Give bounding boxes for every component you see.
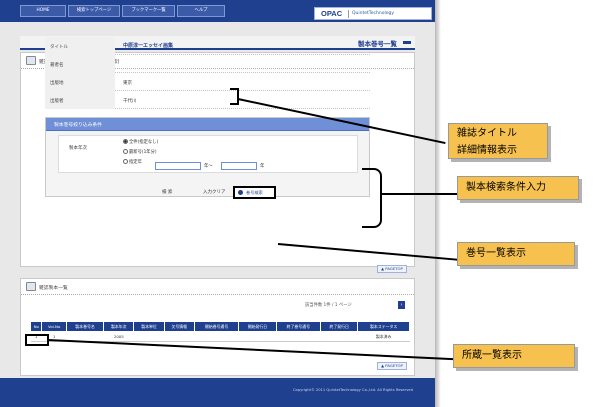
radio-range[interactable]: 指定年: [123, 159, 142, 167]
title-detail-table: タイトル 中原淳一エッセイ画集 著者名 出版地 東京 出版者 千代川: [45, 37, 370, 109]
book-icon: [26, 282, 36, 291]
detail-key: 出版者: [50, 99, 64, 104]
col-missing-info[interactable]: 欠号情報: [163, 321, 195, 332]
col-vol-no[interactable]: Vol.No: [41, 321, 67, 332]
search-conditions-heading: 製本巻号絞り込み条件: [54, 123, 102, 128]
col-end-date[interactable]: 終了発行日: [320, 321, 359, 332]
radio-all[interactable]: 全件(指定なし): [123, 139, 158, 147]
year-from-unit: 年～: [204, 164, 213, 169]
radio-icon[interactable]: [123, 159, 128, 164]
detail-row: 著者名: [45, 55, 370, 73]
cell-end-number: [276, 331, 321, 342]
search-button[interactable]: 検 索: [162, 189, 172, 195]
col-no[interactable]: No: [29, 321, 43, 332]
col-start-number[interactable]: 開始巻号通号: [193, 321, 240, 332]
search-conditions-header: 製本巻号絞り込み条件: [46, 118, 369, 131]
cell-binding-status: 製本済み: [357, 331, 410, 342]
copyright-text: Copyright© 2011 QuintetTechnology Co.,Lt…: [292, 388, 413, 392]
volume-list-heading: 雑誌製本一覧: [39, 286, 68, 291]
logo-divider: [348, 10, 349, 18]
volume-list-header: 雑誌製本一覧: [21, 279, 414, 295]
cell-binding-year: 2005: [103, 331, 134, 342]
tab-bookmarks[interactable]: ブックマーク一覧: [122, 5, 175, 17]
col-start-date[interactable]: 開始発行日: [238, 321, 277, 332]
col-binding-year[interactable]: 製本年次: [103, 321, 135, 332]
detail-row: 出版者 千代川: [45, 91, 370, 109]
cell-missing-info: [164, 331, 195, 342]
search-callout: 製本検索条件入力: [457, 176, 579, 200]
title-marker: [403, 41, 411, 44]
binding-year-label: 製本年次: [69, 146, 87, 151]
detail-row: タイトル 中原淳一エッセイ画集: [45, 37, 370, 55]
clear-button[interactable]: 入力クリア: [203, 189, 226, 195]
search-bracket: [362, 168, 382, 228]
tab-search-top[interactable]: 検索トップページ: [68, 5, 120, 17]
pagetop-link[interactable]: ▲ PAGETOP: [377, 265, 407, 273]
col-binding-unit[interactable]: 製本単位: [133, 321, 165, 332]
title-value[interactable]: 中原淳一エッセイ画集: [123, 42, 173, 49]
col-end-number[interactable]: 終了巻号通号: [275, 321, 322, 332]
search-callout-line: [381, 193, 457, 195]
search-conditions-form: 製本年次 全件(指定なし) 最新号(1年分) 指定年 年～ 年: [58, 135, 358, 173]
radio-icon[interactable]: [123, 139, 128, 144]
detail-key: 出版地: [50, 81, 64, 86]
search-book-icon: [26, 56, 36, 65]
volume-callout: 巻号一覧表示: [457, 242, 575, 266]
cell-end-date: [320, 331, 358, 342]
holdings-callout: 所蔵一覧表示: [453, 344, 575, 368]
top-navigation-bar: HOME 検索トップページ ブックマーク一覧 ヘルプ OPAC QuintetT…: [0, 0, 435, 22]
tab-home[interactable]: HOME: [20, 5, 66, 17]
col-volume-name[interactable]: 製本巻号名: [65, 321, 105, 332]
title-bracket: [230, 88, 239, 105]
cell-start-number: [194, 331, 239, 342]
footer: Copyright© 2011 QuintetTechnology Co.,Lt…: [0, 378, 435, 407]
tab-help[interactable]: ヘルプ: [177, 5, 225, 17]
detail-row: 出版地 東京: [45, 73, 370, 91]
detail-key: 著者名: [50, 63, 64, 68]
next-page-icon[interactable]: ›: [398, 301, 405, 309]
radio-icon[interactable]: [123, 149, 128, 154]
volume-table-header: No Vol.No 製本巻号名 製本年次 製本単位 欠号情報 開始巻号通号 開始…: [29, 321, 410, 332]
detail-value: 千代川: [123, 99, 137, 104]
cell-binding-unit: [133, 331, 165, 342]
radio-latest[interactable]: 最新号(1年分): [123, 149, 157, 157]
title-callout: 雑誌タイトル 詳細情報表示: [448, 123, 548, 159]
detail-value: 東京: [123, 81, 132, 86]
logo-opac-text: OPAC: [321, 9, 343, 18]
volume-table: No Vol.No 製本巻号名 製本年次 製本単位 欠号情報 開始巻号通号 開始…: [29, 321, 410, 342]
col-binding-status[interactable]: 製本ステータス: [357, 321, 410, 332]
detail-key: タイトル: [50, 45, 68, 50]
year-to-unit: 年: [260, 164, 265, 169]
volume-search-label: 巻号検索: [246, 190, 263, 195]
search-conditions-box: 製本巻号絞り込み条件 製本年次 全件(指定なし) 最新号(1年分) 指定年 年～…: [45, 117, 370, 197]
year-to-input[interactable]: [221, 162, 257, 170]
window-shadow: [435, 0, 441, 407]
logo-brand-text: QuintetTechnology: [352, 11, 395, 16]
circle-arrow-icon: [238, 190, 243, 195]
pagetop-link[interactable]: ▲ PAGETOP: [377, 362, 407, 370]
year-from-input[interactable]: [155, 162, 201, 170]
volume-search-button[interactable]: 巻号検索: [233, 186, 276, 199]
opac-logo: OPAC QuintetTechnology: [314, 7, 432, 20]
result-count: 該当件数 1件 / 1 ページ: [305, 303, 352, 308]
cell-start-date: [238, 331, 277, 342]
row-highlight-marker: [25, 334, 49, 346]
